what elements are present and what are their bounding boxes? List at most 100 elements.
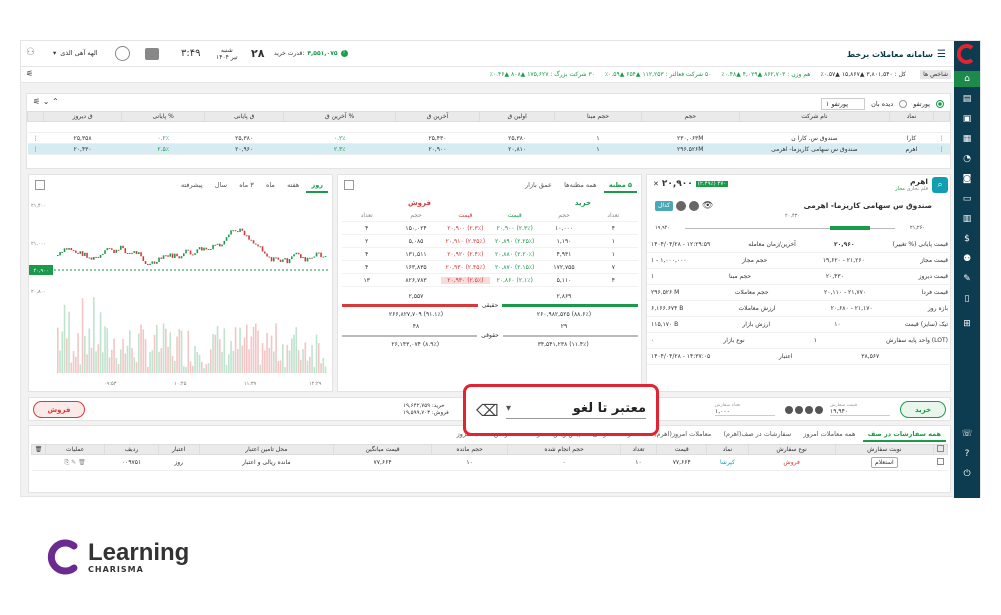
col-name[interactable]: نام شرکت	[738, 111, 890, 122]
col-symbol[interactable]: نماد	[706, 444, 749, 455]
validity-select[interactable]: ⌫ ▾ معتبر تا لغو	[463, 384, 659, 436]
orderbook-row[interactable]: ۱ ۴,۹۳۱ (۲.۲۰٪) ۲۰,۸۸۰ (۲.۴٪) ۲۰,۹۲۰ ۱۳۱,۵۱۱…	[342, 248, 638, 261]
cell-symbol[interactable]: کپرشا	[706, 454, 749, 471]
codal-tag[interactable]: کدال	[655, 201, 674, 211]
menu-icon[interactable]: ☰	[937, 49, 946, 60]
row-checkbox[interactable]	[937, 458, 944, 465]
cell-symbol[interactable]: کارا	[889, 132, 934, 144]
col-symbol[interactable]: نماد	[888, 111, 935, 122]
orderbook-row[interactable]: ۱ ۱,۱۹۰ (۲.۲۵٪) ۲۰,۸۹۰ (۲.۳۵٪) ۲۰,۹۱۰ ۵,۰۸۵ ۲	[342, 235, 638, 248]
price-chart[interactable]: ۲۰,۹۰۰ ۲۱,۴۰۰ ۲۱,۰۰۰ ۲۰,۸۰۰ ۰۹:۵۳ ۱۰:۴۵ …	[29, 195, 332, 391]
tab-queue-ahrom[interactable]: سفارشات در صف(اهرم)	[718, 428, 796, 440]
col-vol[interactable]: حجم	[640, 111, 740, 122]
col-qty[interactable]: تعداد	[619, 444, 658, 455]
ticker-label[interactable]: شاخص ها	[920, 70, 951, 79]
orderbook-row[interactable]: ۴ ۱۰,۰۰۰ (۲.۳٪) ۲۰,۹۰۰ (۲.۳٪) ۲۰,۹۰۰ ۱۵۰,۰۲۴…	[342, 222, 638, 235]
tab-all-queue[interactable]: همه سفارشات در صف	[862, 428, 946, 442]
plus-icon[interactable]	[676, 201, 687, 211]
table-row[interactable]: استعلام فروش کپرشا ۷۷,۶۶۴ ۱۰ ۰ ۱۰ ۷۷,۶۶۴…	[31, 454, 948, 471]
help-icon[interactable]: ?	[959, 446, 975, 462]
user-menu-chevron-icon[interactable]: ▾	[53, 49, 56, 57]
edit-icon[interactable]: ✎	[959, 271, 975, 287]
alert-icon[interactable]	[689, 201, 700, 211]
buy-button[interactable]: خرید	[900, 401, 946, 418]
col-first[interactable]: اولین ق	[478, 111, 556, 122]
tab-trades-ahrom[interactable]: معاملات امروز(اهرم)	[649, 428, 716, 440]
stepper-icon[interactable]	[795, 406, 803, 414]
col-last[interactable]: آخرین ق	[395, 111, 480, 122]
dollar-icon[interactable]: $	[959, 231, 975, 247]
stepper-icon[interactable]	[805, 406, 813, 414]
radio-watch[interactable]	[899, 100, 908, 108]
tab-year[interactable]: سال	[210, 179, 232, 191]
col-avg[interactable]: قیمت میانگین	[333, 444, 432, 455]
info-icon[interactable]: !	[340, 50, 348, 57]
tab-depth[interactable]: عمق بازار	[520, 179, 557, 191]
card-icon[interactable]: ▭	[959, 191, 975, 207]
document-icon[interactable]: ▯	[959, 291, 975, 307]
search-icon[interactable]: ⌕	[932, 177, 948, 193]
connection-icon[interactable]	[115, 46, 130, 61]
col-remain[interactable]: حجم مانده	[430, 444, 509, 455]
tab-day[interactable]: روز	[306, 179, 328, 193]
briefcase-icon[interactable]: ▦	[959, 131, 975, 147]
bag-icon[interactable]: ◙	[959, 171, 975, 187]
col-idx[interactable]: ردیف	[104, 444, 159, 455]
messages-icon[interactable]	[145, 48, 159, 60]
cell-symbol[interactable]: اهرم	[889, 143, 934, 155]
row-actions[interactable]: 🗑 ✎ ⎘	[45, 454, 105, 471]
tab-week[interactable]: هفته	[282, 179, 304, 191]
col-close[interactable]: ق پایانی	[204, 111, 285, 122]
price-stepper[interactable]	[785, 406, 823, 414]
stepper-icon[interactable]	[815, 406, 823, 414]
home-icon[interactable]: ⌂	[954, 71, 980, 87]
tab-advanced[interactable]: پیشرفته	[176, 179, 208, 191]
expand-icon[interactable]	[344, 180, 354, 190]
power-icon[interactable]: ⏻	[959, 466, 975, 482]
trash-icon[interactable]: 🗑	[31, 444, 46, 455]
col-queue[interactable]: نوبت سفارش	[834, 444, 935, 455]
chart-type-icon[interactable]	[35, 180, 45, 190]
portfolio-icon[interactable]: ▤	[959, 91, 975, 107]
col-type[interactable]: نوع سفارش	[747, 444, 836, 455]
tab-all-quotes[interactable]: همه مظنه‌ها	[559, 179, 601, 191]
col-closep[interactable]: % پایانی	[121, 111, 206, 122]
filter-icon[interactable]: ⚟	[26, 69, 33, 78]
tab-month[interactable]: ماه	[261, 179, 280, 191]
wallet-icon[interactable]: ▣	[959, 111, 975, 127]
price-input[interactable]: ۱۹,۹۴۰	[830, 408, 890, 415]
support-icon[interactable]: ☏	[959, 426, 975, 442]
close-icon[interactable]: ✕	[653, 180, 659, 188]
col-price[interactable]: قیمت	[656, 444, 708, 455]
qty-input[interactable]: ۱,۰۰۰	[715, 408, 775, 415]
filter-icon[interactable]: ⚟	[33, 97, 40, 106]
sell-button[interactable]: فروش	[33, 401, 85, 418]
col-validity[interactable]: اعتبار	[157, 444, 200, 455]
chevron-down-icon[interactable]: ▾	[506, 403, 511, 414]
user-plus-icon[interactable]: ⚉	[959, 251, 975, 267]
eye-icon[interactable]: 👁	[702, 201, 713, 211]
inquiry-button[interactable]: استعلام	[871, 457, 898, 468]
validity-value[interactable]: معتبر تا لغو	[573, 401, 646, 416]
pie-chart-icon[interactable]: ◔	[959, 151, 975, 167]
tab-today-trades[interactable]: همه معاملات امروز	[798, 428, 860, 440]
col-done[interactable]: حجم انجام شده	[507, 444, 621, 455]
select-all-checkbox[interactable]	[937, 445, 944, 452]
table-row[interactable]: ⋮ اهرم صندوق س سهامی کاریزما- اهرمی ۲۹۶.…	[27, 143, 950, 155]
table-row[interactable]: ⋮ کارا صندوق س. کارا ن ۲۳۰,۰۶۳M ۱ ۲۵,۳۸۰…	[27, 132, 950, 144]
grid-icon[interactable]: ⊞	[959, 316, 975, 332]
stepper-icon[interactable]	[785, 406, 793, 414]
col-base[interactable]: حجم مبنا	[554, 111, 642, 122]
col-source[interactable]: محل تامین اعتبار	[198, 444, 335, 455]
portfolio-select[interactable]: پورتفو ۱	[820, 98, 866, 110]
chevron-down-icon[interactable]: ⌄	[43, 97, 50, 106]
col-lastp[interactable]: % آخرین ق	[283, 111, 397, 122]
tab-3month[interactable]: ۳ ماه	[234, 179, 258, 191]
user-name[interactable]: الهه آهی الذی	[60, 49, 97, 57]
col-actions[interactable]: عملیات	[44, 444, 106, 455]
orderbook-row[interactable]: ۴ ۵,۱۱۰ (۲.۱٪) ۲۰,۸۶۰ (۲.۵٪) ۲۰,۹۴۰ ۸۲۶,۷۸۳ ۱…	[342, 274, 638, 287]
radio-portfolio[interactable]	[936, 100, 944, 108]
table-row[interactable]	[27, 121, 950, 133]
orderbook-row[interactable]: ۷ ۱۷۲,۷۵۵ (۲.۱۵٪) ۲۰,۸۷۰ (۲.۴۵٪) ۲۰,۹۳۰ ۱۶۳,…	[342, 261, 638, 274]
bank-icon[interactable]: ▥	[959, 211, 975, 227]
